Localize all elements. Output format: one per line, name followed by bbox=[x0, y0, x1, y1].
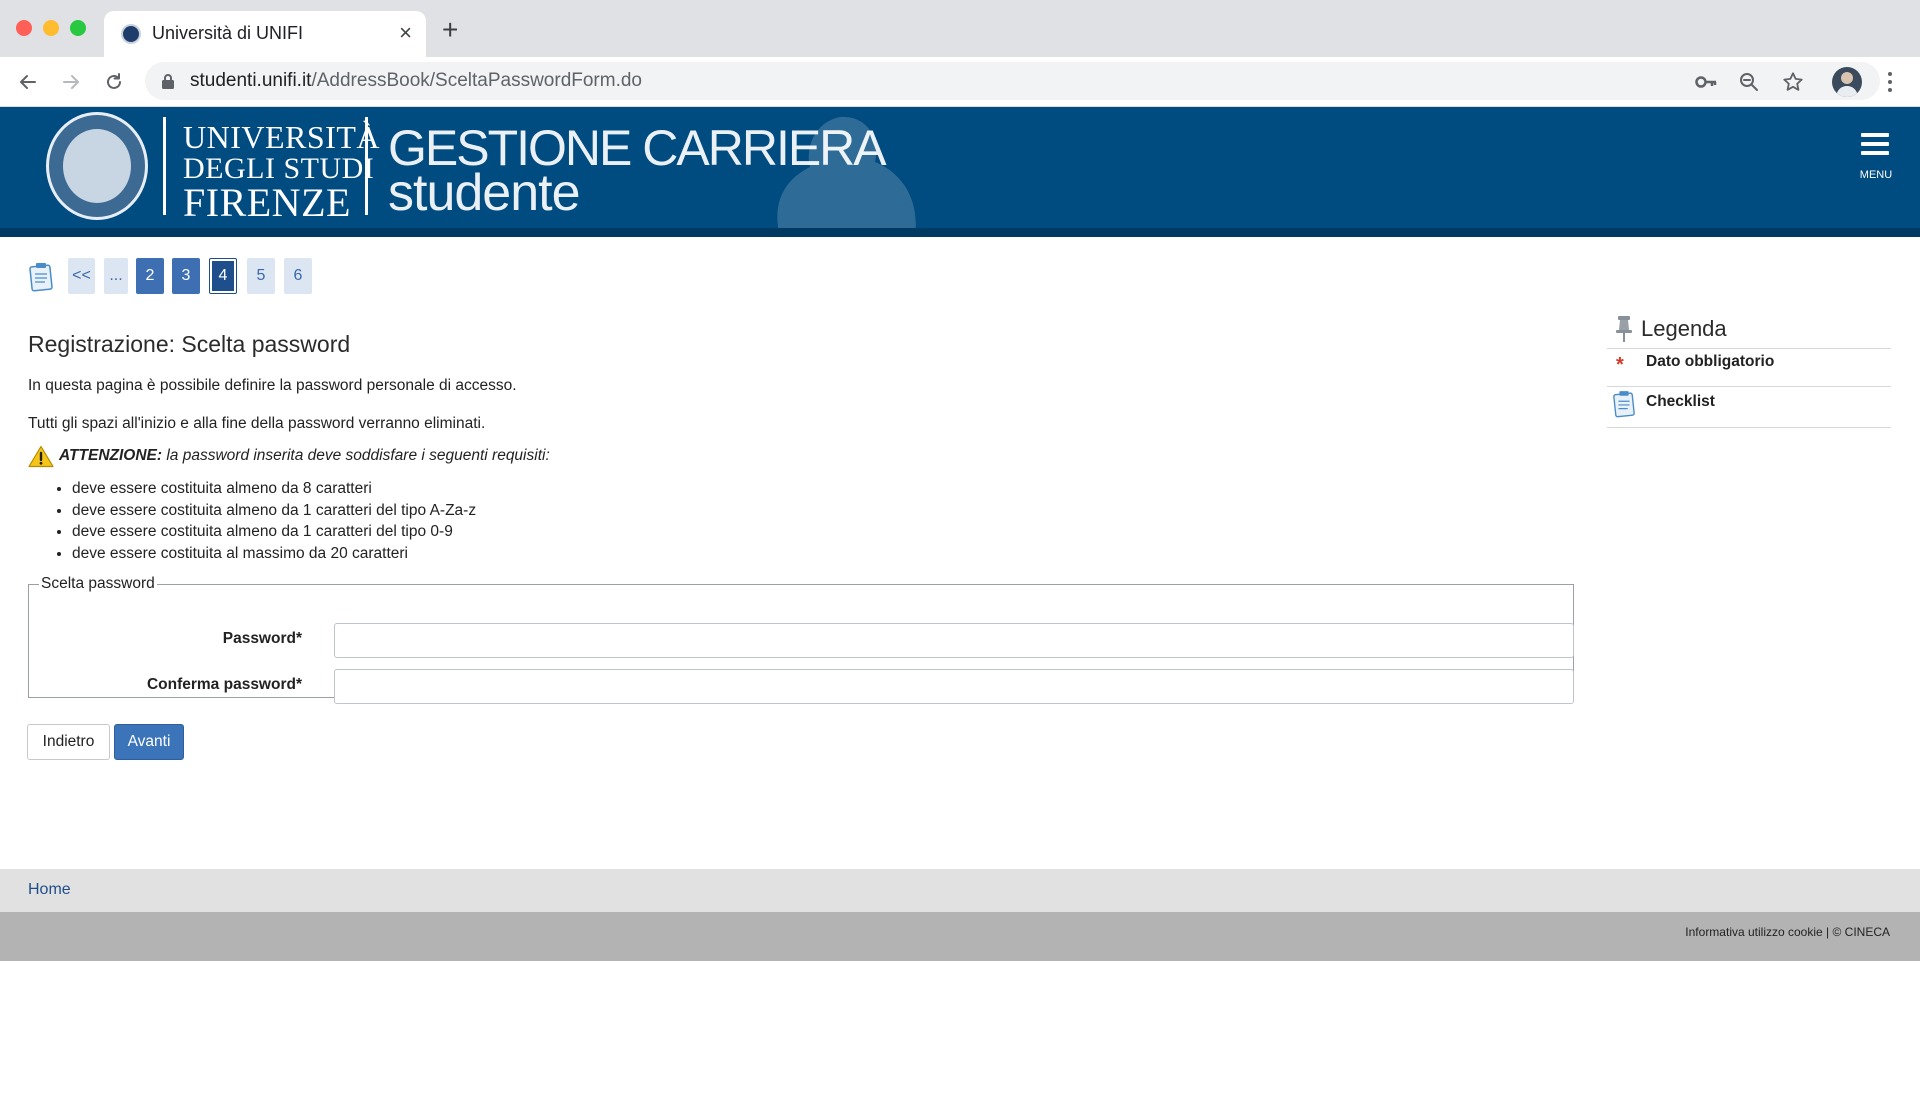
browser-toolbar: studenti.unifi.it/AddressBook/SceltaPass… bbox=[0, 57, 1920, 107]
attention-message: ATTENZIONE: la password inserita deve so… bbox=[59, 447, 550, 465]
key-icon[interactable] bbox=[1694, 70, 1718, 94]
footer-text: Informativa utilizzo cookie | © CINECA bbox=[1685, 925, 1890, 939]
menu-button[interactable]: MENU bbox=[1857, 133, 1895, 183]
next-button[interactable]: Avanti bbox=[114, 724, 184, 760]
requirement-item: deve essere costituita almeno da 1 carat… bbox=[72, 500, 476, 522]
footer-nav: Home bbox=[0, 869, 1920, 912]
paging-step-4-current[interactable]: 4 bbox=[209, 258, 237, 294]
site-header: UNIVERSITÀ DEGLI STUDI FIRENZE GESTIONE … bbox=[0, 107, 1920, 237]
footer-separator: | bbox=[1822, 925, 1833, 939]
paging-step-2[interactable]: 2 bbox=[136, 258, 164, 294]
profile-avatar[interactable] bbox=[1832, 67, 1862, 97]
minimize-window-button[interactable] bbox=[43, 20, 59, 36]
legend-required-label: Dato obbligatorio bbox=[1646, 353, 1775, 370]
home-link[interactable]: Home bbox=[28, 881, 71, 899]
zoom-icon[interactable] bbox=[1737, 70, 1761, 94]
menu-label: MENU bbox=[1859, 169, 1893, 181]
confirm-password-input[interactable] bbox=[334, 669, 1574, 704]
password-input[interactable] bbox=[334, 623, 1574, 658]
url-text: studenti.unifi.it/AddressBook/SceltaPass… bbox=[190, 70, 642, 92]
address-bar[interactable]: studenti.unifi.it/AddressBook/SceltaPass… bbox=[145, 62, 1880, 100]
checklist-icon[interactable] bbox=[28, 262, 54, 292]
university-name-line3: FIRENZE bbox=[183, 180, 351, 225]
spaces-note: Tutti gli spazi all'inizio e alla fine d… bbox=[28, 415, 486, 432]
paging-first[interactable]: << bbox=[68, 258, 95, 294]
attention-label: ATTENZIONE: bbox=[59, 447, 163, 464]
university-name-line1: UNIVERSITÀ bbox=[183, 119, 380, 155]
password-fieldset: Scelta password Password* Conferma passw… bbox=[28, 575, 1574, 704]
password-requirements-list: deve essere costituita almeno da 8 carat… bbox=[44, 478, 476, 564]
bookmark-star-icon[interactable] bbox=[1781, 70, 1805, 94]
tab-title: Università di UNIFI bbox=[152, 23, 304, 43]
copyright-text: © CINECA bbox=[1832, 925, 1890, 939]
forward-icon[interactable] bbox=[56, 67, 86, 97]
more-options-icon[interactable] bbox=[1880, 67, 1900, 97]
maximize-window-button[interactable] bbox=[70, 20, 86, 36]
intro-text: In questa pagina è possibile definire la… bbox=[28, 377, 517, 394]
new-tab-button[interactable]: + bbox=[442, 16, 458, 44]
requirement-item: deve essere costituita al massimo da 20 … bbox=[72, 543, 476, 565]
requirement-item: deve essere costituita almeno da 1 carat… bbox=[72, 521, 476, 543]
legend-checklist-icon bbox=[1613, 391, 1635, 418]
url-host: studenti.unifi.it bbox=[190, 70, 312, 91]
cookie-policy-link[interactable]: Informativa utilizzo cookie bbox=[1685, 925, 1822, 939]
required-star-icon: * bbox=[1616, 354, 1624, 376]
legend-title: Legenda bbox=[1641, 316, 1727, 341]
favicon-icon bbox=[121, 24, 141, 44]
reload-icon[interactable] bbox=[99, 67, 129, 97]
paging-step-6[interactable]: 6 bbox=[284, 258, 312, 294]
legend-checklist-label: Checklist bbox=[1646, 393, 1715, 410]
close-window-button[interactable] bbox=[16, 20, 32, 36]
page-title: Registrazione: Scelta password bbox=[28, 331, 351, 357]
lock-icon bbox=[162, 74, 174, 89]
pin-icon bbox=[1616, 316, 1632, 342]
browser-titlebar: Università di UNIFI × + bbox=[0, 0, 1920, 57]
browser-tab[interactable]: Università di UNIFI × bbox=[104, 11, 426, 57]
paging-step-3[interactable]: 3 bbox=[172, 258, 200, 294]
fieldset-legend: Scelta password bbox=[41, 575, 155, 592]
requirement-item: deve essere costituita almeno da 8 carat… bbox=[72, 478, 476, 500]
app-title-line2: studente bbox=[388, 164, 580, 222]
back-button[interactable]: Indietro bbox=[27, 724, 110, 760]
back-icon[interactable] bbox=[13, 67, 43, 97]
paging-ellipsis[interactable]: ... bbox=[104, 258, 128, 294]
url-path: /AddressBook/SceltaPasswordForm.do bbox=[311, 70, 643, 91]
warning-icon bbox=[28, 445, 54, 468]
password-label: Password* bbox=[222, 630, 302, 647]
paging-step-5[interactable]: 5 bbox=[247, 258, 275, 294]
confirm-password-label: Conferma password* bbox=[146, 676, 302, 693]
footer-bottom: Informativa utilizzo cookie | © CINECA bbox=[0, 912, 1920, 961]
university-seal-logo bbox=[46, 112, 148, 220]
tab-close-button[interactable]: × bbox=[399, 20, 412, 46]
attention-text: la password inserita deve soddisfare i s… bbox=[162, 447, 550, 464]
